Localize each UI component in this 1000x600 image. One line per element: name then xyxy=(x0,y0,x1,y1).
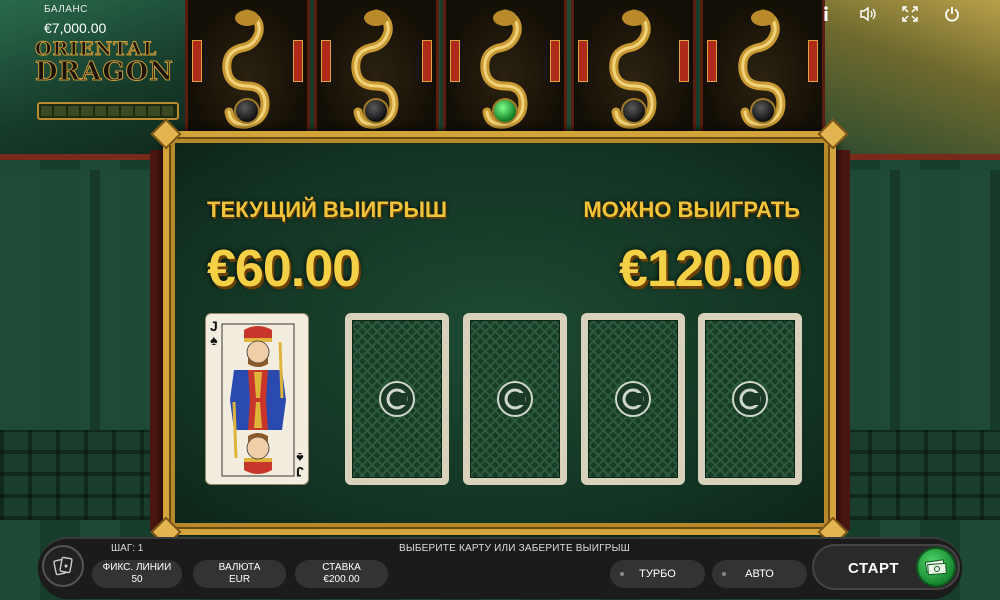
power-icon[interactable] xyxy=(942,4,962,24)
lantern-icon xyxy=(807,40,818,82)
instruction-text: ВЫБЕРИТЕ КАРТУ ИЛИ ЗАБЕРИТЕ ВЫИГРЫШ xyxy=(399,543,631,554)
start-button[interactable]: СТАРТ xyxy=(812,544,960,590)
auto-label: АВТО xyxy=(745,568,774,580)
info-icon[interactable] xyxy=(816,4,836,24)
balance-value: €7,000.00 xyxy=(44,20,107,36)
hidden-card-3[interactable] xyxy=(581,313,685,485)
reel xyxy=(571,0,697,140)
lantern-icon xyxy=(578,40,589,82)
card-back-pattern xyxy=(352,320,442,478)
top-controls xyxy=(816,4,962,24)
collect-money-icon[interactable] xyxy=(916,547,956,587)
progress-segment xyxy=(67,106,80,116)
card-back-pattern xyxy=(470,320,560,478)
progress-segment xyxy=(134,106,147,116)
sound-icon[interactable] xyxy=(858,4,878,24)
progress-segment xyxy=(161,106,174,116)
card-back-pattern xyxy=(705,320,795,478)
hidden-card-4[interactable] xyxy=(698,313,802,485)
bet-label: СТАВКА xyxy=(322,562,361,573)
currency-display: ВАЛЮТА EUR xyxy=(193,560,286,588)
game-logo: ORIENTAL DRAGON xyxy=(35,39,185,90)
dragon-emblem-icon xyxy=(732,381,768,417)
currency-value: EUR xyxy=(228,574,251,585)
card-back-pattern xyxy=(588,320,678,478)
lantern-icon xyxy=(679,40,690,82)
progress-segment xyxy=(94,106,107,116)
card-index-top: J ♠ xyxy=(210,318,218,348)
start-label: СТАРТ xyxy=(848,560,899,577)
reel-gem xyxy=(620,98,647,124)
reel-gem xyxy=(749,98,776,124)
lantern-icon xyxy=(707,40,718,82)
lantern-icon xyxy=(320,40,331,82)
lantern-icon xyxy=(192,40,202,82)
gamble-panel: ТЕКУЩИЙ ВЫИГРЫШ МОЖНО ВЫИГРАТЬ €60.00 €1… xyxy=(150,118,849,548)
progress-segment xyxy=(121,106,133,116)
reel-gem xyxy=(363,98,390,124)
dealer-card: J ♠ J ♠ xyxy=(205,313,309,485)
balance-label: БАЛАНС xyxy=(44,4,88,15)
cards-icon xyxy=(53,556,73,576)
menu-button[interactable] xyxy=(42,545,84,587)
lantern-icon xyxy=(421,40,432,82)
dragon-emblem-icon xyxy=(497,381,533,417)
progress-segment xyxy=(41,106,53,116)
hidden-card-2[interactable] xyxy=(463,313,567,485)
fullscreen-icon[interactable] xyxy=(900,4,920,24)
turbo-button[interactable]: ТУРБО xyxy=(610,560,705,588)
possible-win-value: €120.00 xyxy=(619,240,801,298)
reel xyxy=(442,0,568,140)
jack-figure xyxy=(221,323,295,477)
auto-button[interactable]: АВТО xyxy=(712,560,807,588)
current-win-value: €60.00 xyxy=(207,240,361,298)
toggle-dot-icon xyxy=(620,572,624,576)
current-win-label: ТЕКУЩИЙ ВЫИГРЫШ xyxy=(207,197,447,222)
possible-win-label: МОЖНО ВЫИГРАТЬ xyxy=(583,197,800,222)
hidden-card-1[interactable] xyxy=(345,313,449,485)
reel-strip xyxy=(185,0,825,140)
reel xyxy=(700,0,825,140)
feature-progress-bar xyxy=(37,102,179,120)
background-pillar xyxy=(836,150,850,530)
toggle-dot-icon xyxy=(722,572,726,576)
dragon-emblem-icon xyxy=(615,381,651,417)
step-counter: ШАГ: 1 xyxy=(111,543,144,554)
turbo-label: ТУРБО xyxy=(639,568,676,580)
fixed-lines-display: ФИКС. ЛИНИИ 50 xyxy=(92,560,182,588)
reel xyxy=(313,0,439,140)
logo-line-2: DRAGON xyxy=(35,57,174,87)
lantern-icon xyxy=(449,40,460,82)
fixed-lines-value: 50 xyxy=(131,574,143,585)
fixed-lines-label: ФИКС. ЛИНИИ xyxy=(102,562,172,573)
currency-label: ВАЛЮТА xyxy=(218,562,261,573)
dragon-emblem-icon xyxy=(379,381,415,417)
reel-gem xyxy=(491,98,518,124)
progress-segment xyxy=(148,106,160,116)
balance-display: БАЛАНС €7,000.00 xyxy=(44,4,106,36)
lantern-icon xyxy=(292,40,303,82)
lantern-icon xyxy=(550,40,561,82)
bet-value: €200.00 xyxy=(323,574,360,585)
bet-display[interactable]: СТАВКА €200.00 xyxy=(295,560,388,588)
reel xyxy=(185,0,310,140)
progress-segment xyxy=(108,106,120,116)
background-pillar xyxy=(150,150,164,530)
card-index-bottom: J ♠ xyxy=(296,450,304,480)
progress-segment xyxy=(81,106,93,116)
progress-segment xyxy=(54,106,66,116)
reel-gem xyxy=(234,98,261,124)
